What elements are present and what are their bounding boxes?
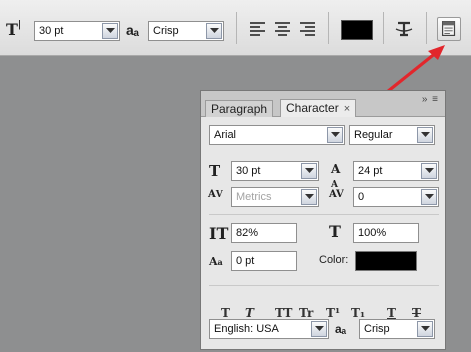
leading-select[interactable]: 24 pt [353, 161, 439, 181]
subscript-button[interactable]: T₁ [351, 306, 365, 320]
tracking-value: 0 [358, 191, 365, 203]
language-select[interactable]: English: USA [209, 319, 329, 339]
tab-paragraph[interactable]: Paragraph [205, 100, 274, 117]
antialias-select[interactable]: Crisp [148, 21, 224, 41]
chevron-down-icon[interactable] [421, 189, 437, 205]
font-style-select[interactable]: Regular [349, 125, 435, 145]
kerning-value: Metrics [236, 191, 272, 203]
panel-controls: » ≡ [422, 94, 439, 105]
faux-italic-button[interactable]: T [245, 306, 254, 320]
font-size-select[interactable]: 30 pt [34, 21, 120, 41]
font-family-value: Arial [214, 129, 237, 141]
antialias-icon: aₐ [126, 22, 140, 38]
chevron-down-icon[interactable] [206, 23, 222, 39]
align-center-icon[interactable] [275, 22, 290, 36]
horizontal-scale-icon: T [329, 222, 341, 241]
vertical-scale-field[interactable]: 82% [231, 223, 297, 243]
font-family-select[interactable]: Arial [209, 125, 345, 145]
align-right-icon[interactable] [300, 22, 315, 36]
horizontal-scale-field[interactable]: 100% [353, 223, 419, 243]
font-size-select[interactable]: 30 pt [231, 161, 319, 181]
chevron-down-icon[interactable] [311, 321, 327, 337]
baseline-shift-field[interactable]: 0 pt [231, 251, 297, 271]
align-left-icon[interactable] [250, 22, 265, 36]
toggle-panels-icon[interactable] [437, 17, 461, 41]
antialias-value: Crisp [364, 323, 390, 335]
close-icon[interactable]: × [344, 103, 350, 115]
separator [328, 12, 329, 44]
superscript-button[interactable]: T¹ [326, 306, 340, 320]
color-label: Color: [319, 254, 349, 266]
chevron-down-icon[interactable] [327, 127, 343, 143]
tab-character[interactable]: Character × [280, 99, 357, 117]
text-color-swatch[interactable] [341, 20, 373, 40]
collapse-icon[interactable]: » [422, 94, 429, 105]
divider [209, 214, 439, 215]
tracking-select[interactable]: 0 [353, 187, 439, 207]
baseline-shift-icon: Aa [209, 255, 223, 268]
panel-body: Arial Regular T 30 pt AA 24 pt AV Metric… [201, 117, 445, 349]
antialias-icon: aₐ [335, 322, 347, 336]
chevron-down-icon[interactable] [301, 189, 317, 205]
antialias-value: Crisp [153, 25, 179, 37]
panel-menu-icon[interactable]: ≡ [432, 94, 439, 105]
tracking-icon: AV [329, 189, 344, 200]
character-panel: Paragraph Character × » ≡ Arial Regular T… [200, 90, 446, 350]
tab-paragraph-label: Paragraph [211, 102, 268, 116]
panel-tab-bar: Paragraph Character × » ≡ [201, 91, 445, 117]
small-caps-button[interactable]: Tr [299, 306, 313, 320]
separator [426, 12, 427, 44]
color-swatch[interactable] [355, 251, 417, 271]
antialias-select[interactable]: Crisp [359, 319, 435, 339]
chevron-down-icon[interactable] [102, 23, 118, 39]
all-caps-button[interactable]: TT [275, 306, 292, 320]
chevron-down-icon[interactable] [421, 163, 437, 179]
underline-button[interactable]: T [387, 306, 396, 320]
strikethrough-button[interactable]: T [412, 306, 421, 320]
leading-value: 24 pt [358, 165, 383, 177]
tab-character-label: Character [286, 101, 339, 115]
options-bar: T| 30 pt aₐ Crisp [0, 0, 471, 56]
chevron-down-icon[interactable] [417, 127, 433, 143]
kerning-select[interactable]: Metrics [231, 187, 319, 207]
font-size-value: 30 pt [236, 165, 261, 177]
font-style-value: Regular [354, 129, 393, 141]
separator [383, 12, 384, 44]
kerning-icon: AV [208, 189, 223, 200]
warp-text-icon[interactable] [392, 17, 416, 41]
font-size-value: 30 pt [39, 25, 64, 37]
font-size-icon: T [209, 162, 221, 180]
divider [209, 285, 439, 286]
text-orientation-icon[interactable]: T| [6, 20, 21, 39]
chevron-down-icon[interactable] [301, 163, 317, 179]
chevron-down-icon[interactable] [417, 321, 433, 337]
vertical-scale-icon: IT [209, 224, 229, 243]
language-value: English: USA [214, 323, 279, 335]
faux-bold-button[interactable]: T [221, 306, 230, 320]
separator [236, 12, 237, 44]
